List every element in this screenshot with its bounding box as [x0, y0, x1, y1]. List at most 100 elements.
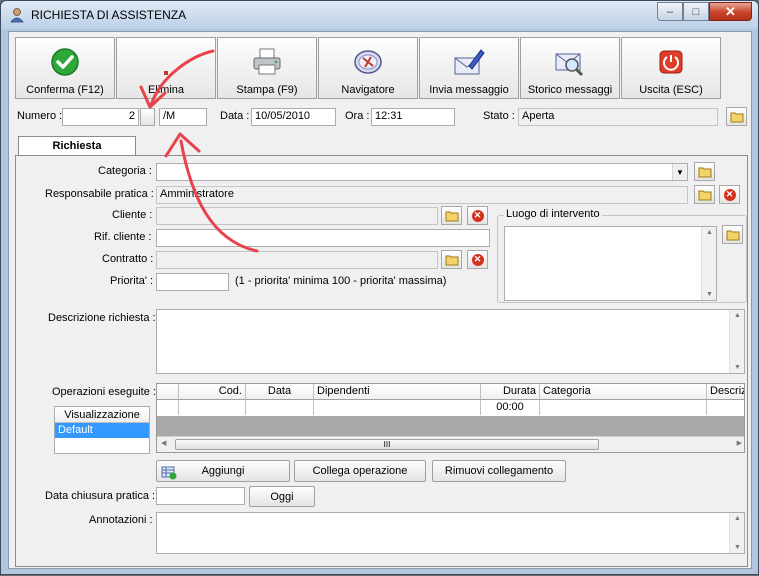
luogo-folder-button[interactable]: [722, 225, 743, 244]
descrizione-scrollbar[interactable]: ▲ ▼: [729, 310, 744, 373]
stato-field: Aperta: [518, 108, 718, 126]
print-label: Stampa (F9): [236, 84, 298, 96]
tab-richiesta[interactable]: Richiesta: [18, 136, 136, 156]
chevron-down-icon[interactable]: ▼: [672, 164, 687, 180]
numero-field[interactable]: 2: [62, 108, 139, 126]
add-button[interactable]: Aggiungi: [156, 460, 290, 482]
folder-icon: [445, 255, 458, 265]
compass-icon: [354, 50, 382, 74]
priorita-hint: (1 - priorita' minima 100 - priorita' ma…: [235, 275, 447, 287]
list-item[interactable]: Default: [55, 423, 149, 438]
grid-col-cod[interactable]: Cod.: [179, 384, 246, 400]
grid-cell-data: [246, 400, 314, 415]
send-message-button[interactable]: Invia messaggio: [419, 37, 519, 99]
cliente-folder-button[interactable]: [441, 206, 462, 225]
folder-icon: [698, 190, 711, 200]
grid-col-data[interactable]: Data: [246, 384, 314, 400]
visualizzazione-header: Visualizzazione: [55, 407, 149, 423]
annotazioni-scrollbar[interactable]: ▲ ▼: [729, 513, 744, 553]
priorita-label: Priorita' :: [110, 275, 154, 287]
descrizione-textarea[interactable]: ▲ ▼: [156, 309, 745, 374]
ora-field[interactable]: 12:31: [371, 108, 455, 126]
descrizione-label: Descrizione richiesta :: [48, 312, 156, 324]
grid-col-descrizione[interactable]: Descriz: [707, 384, 744, 400]
main-window: RICHIESTA DI ASSISTENZA – □ ✕ Conferma (…: [0, 0, 759, 575]
annotazioni-label: Annotazioni :: [89, 514, 153, 526]
envelope-search-icon: [555, 53, 584, 77]
luogo-scrollbar[interactable]: ▲ ▼: [701, 227, 716, 300]
navigator-button[interactable]: Navigatore: [318, 37, 418, 99]
contratto-folder-button[interactable]: [441, 250, 462, 269]
minimize-button[interactable]: –: [657, 2, 683, 21]
contratto-clear-button[interactable]: ✕: [467, 250, 488, 269]
grid-cell-cod: [179, 400, 246, 415]
clear-icon: ✕: [723, 188, 736, 201]
grid-hscroll-thumb[interactable]: III: [175, 439, 599, 450]
maximize-button[interactable]: □: [683, 2, 709, 21]
visualizzazione-list[interactable]: Visualizzazione Default: [54, 406, 150, 454]
categoria-folder-button[interactable]: [694, 162, 715, 181]
numero-suffix-field[interactable]: /M: [159, 108, 207, 126]
responsabile-clear-button[interactable]: ✕: [719, 185, 740, 204]
clear-icon: ✕: [471, 209, 484, 222]
annotazioni-textarea[interactable]: ▲ ▼: [156, 512, 745, 554]
exit-power-icon: [659, 50, 683, 74]
responsabile-folder-button[interactable]: [694, 185, 715, 204]
message-history-label: Storico messaggi: [527, 84, 613, 96]
priorita-field[interactable]: [156, 273, 229, 291]
categoria-combo[interactable]: ▼: [156, 163, 688, 181]
link-operation-button[interactable]: Collega operazione: [294, 460, 426, 482]
navigator-label: Navigatore: [341, 84, 395, 96]
grid-cell-dipendenti: [314, 400, 481, 415]
ora-label: Ora :: [345, 110, 370, 122]
operazioni-label: Operazioni eseguite :: [52, 386, 156, 398]
richiesta-panel: Categoria : ▼ Responsabile pratica : Amm…: [15, 155, 748, 567]
title-bar: RICHIESTA DI ASSISTENZA – □ ✕: [1, 1, 758, 29]
chiusura-label: Data chiusura pratica :: [45, 490, 156, 502]
cliente-field: [156, 207, 438, 225]
confirm-label: Conferma (F12): [26, 84, 104, 96]
grid-col-categoria[interactable]: Categoria: [540, 384, 707, 400]
add-label: Aggiungi: [201, 465, 245, 477]
grid-cell-categoria: [540, 400, 707, 415]
exit-button[interactable]: Uscita (ESC): [621, 37, 721, 99]
grid-col-dipendenti[interactable]: Dipendenti: [314, 384, 481, 400]
categoria-label: Categoria :: [98, 165, 152, 177]
folder-icon: [730, 112, 743, 122]
data-field[interactable]: 10/05/2010: [251, 108, 336, 126]
operazioni-grid[interactable]: Cod. Data Dipendenti Durata Categoria De…: [156, 383, 745, 453]
cliente-clear-button[interactable]: ✕: [467, 206, 488, 225]
delete-icon: [164, 71, 168, 75]
table-row[interactable]: [157, 400, 179, 415]
envelope-pen-icon: [454, 49, 485, 75]
luogo-label: Luogo di intervento: [504, 208, 602, 220]
numero-spin-button[interactable]: [140, 108, 155, 126]
confirm-button[interactable]: Conferma (F12): [15, 37, 115, 99]
delete-button[interactable]: Elimina: [116, 37, 216, 99]
folder-icon: [726, 230, 739, 240]
chiusura-field[interactable]: [156, 487, 245, 505]
stato-folder-button[interactable]: [726, 107, 747, 126]
confirm-check-icon: [51, 48, 79, 76]
user-support-icon: [10, 8, 24, 23]
grid-empty-area: [157, 416, 744, 436]
clear-icon: ✕: [471, 253, 484, 266]
grid-col-durata[interactable]: Durata: [481, 384, 540, 400]
luogo-textarea[interactable]: ▲ ▼: [504, 226, 717, 301]
today-button[interactable]: Oggi: [249, 486, 315, 507]
delete-label: Elimina: [147, 84, 185, 96]
close-button[interactable]: ✕: [709, 2, 752, 21]
grid-hscrollbar[interactable]: ◀ III ▶: [157, 436, 744, 452]
rif-cliente-label: Rif. cliente :: [94, 231, 152, 243]
folder-icon: [445, 211, 458, 221]
print-button[interactable]: Stampa (F9): [217, 37, 317, 99]
scroll-right-icon[interactable]: ▶: [737, 439, 742, 447]
remove-link-button[interactable]: Rimuovi collegamento: [432, 460, 566, 482]
numero-label: Numero :: [17, 110, 63, 122]
exit-label: Uscita (ESC): [639, 84, 703, 96]
rif-cliente-field[interactable]: [156, 229, 490, 247]
scroll-left-icon[interactable]: ◀: [161, 439, 166, 447]
add-table-icon: [161, 466, 177, 480]
send-message-label: Invia messaggio: [429, 84, 509, 96]
message-history-button[interactable]: Storico messaggi: [520, 37, 620, 99]
